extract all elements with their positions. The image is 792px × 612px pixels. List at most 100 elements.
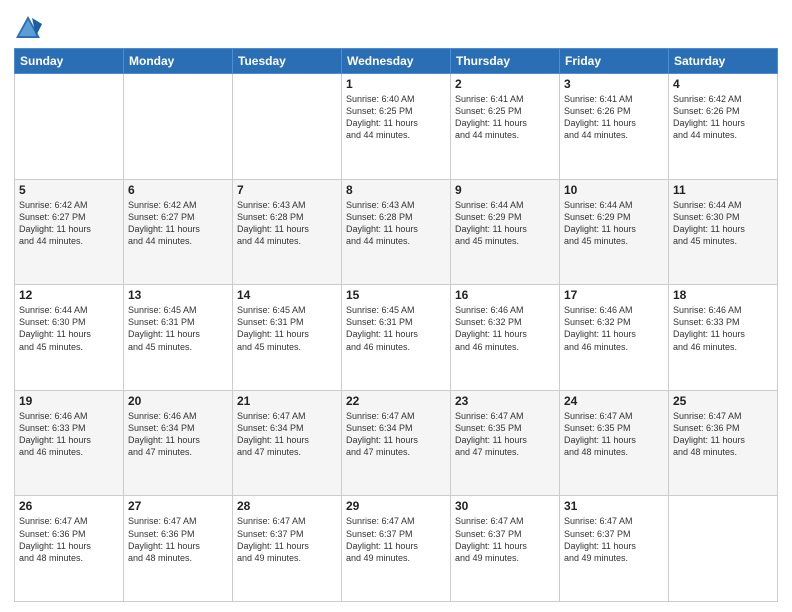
page: SundayMondayTuesdayWednesdayThursdayFrid… <box>0 0 792 612</box>
day-info: Sunrise: 6:47 AM Sunset: 6:36 PM Dayligh… <box>19 515 119 564</box>
week-row-3: 19 Sunrise: 6:46 AM Sunset: 6:33 PM Dayli… <box>15 390 778 496</box>
day-number: 13 <box>128 288 228 302</box>
calendar-cell: 21 Sunrise: 6:47 AM Sunset: 6:34 PM Dayli… <box>233 390 342 496</box>
logo-icon <box>14 14 42 42</box>
day-number: 21 <box>237 394 337 408</box>
day-number: 31 <box>564 499 664 513</box>
day-info: Sunrise: 6:44 AM Sunset: 6:29 PM Dayligh… <box>455 199 555 248</box>
day-info: Sunrise: 6:42 AM Sunset: 6:26 PM Dayligh… <box>673 93 773 142</box>
day-number: 15 <box>346 288 446 302</box>
day-number: 26 <box>19 499 119 513</box>
week-row-4: 26 Sunrise: 6:47 AM Sunset: 6:36 PM Dayli… <box>15 496 778 602</box>
day-number: 16 <box>455 288 555 302</box>
week-row-1: 5 Sunrise: 6:42 AM Sunset: 6:27 PM Daylig… <box>15 179 778 285</box>
calendar-cell <box>669 496 778 602</box>
day-info: Sunrise: 6:45 AM Sunset: 6:31 PM Dayligh… <box>128 304 228 353</box>
weekday-header-saturday: Saturday <box>669 49 778 74</box>
day-info: Sunrise: 6:44 AM Sunset: 6:29 PM Dayligh… <box>564 199 664 248</box>
day-info: Sunrise: 6:47 AM Sunset: 6:34 PM Dayligh… <box>237 410 337 459</box>
day-info: Sunrise: 6:46 AM Sunset: 6:33 PM Dayligh… <box>19 410 119 459</box>
calendar-cell: 3 Sunrise: 6:41 AM Sunset: 6:26 PM Daylig… <box>560 74 669 180</box>
day-number: 30 <box>455 499 555 513</box>
calendar-cell: 29Sunrise: 6:47 AM Sunset: 6:37 PM Dayli… <box>342 496 451 602</box>
day-number: 3 <box>564 77 664 91</box>
calendar-cell: 15 Sunrise: 6:45 AM Sunset: 6:31 PM Dayli… <box>342 285 451 391</box>
calendar-cell: 2 Sunrise: 6:41 AM Sunset: 6:25 PM Daylig… <box>451 74 560 180</box>
day-info: Sunrise: 6:42 AM Sunset: 6:27 PM Dayligh… <box>19 199 119 248</box>
day-number: 28 <box>237 499 337 513</box>
day-number: 23 <box>455 394 555 408</box>
day-info: Sunrise: 6:45 AM Sunset: 6:31 PM Dayligh… <box>346 304 446 353</box>
calendar-cell: 28 Sunrise: 6:47 AM Sunset: 6:37 PM Dayli… <box>233 496 342 602</box>
day-number: 7 <box>237 183 337 197</box>
day-info: Sunrise: 6:47 AM Sunset: 6:37 PM Dayligh… <box>455 515 555 564</box>
calendar-cell: 8 Sunrise: 6:43 AM Sunset: 6:28 PM Daylig… <box>342 179 451 285</box>
calendar-cell: 26 Sunrise: 6:47 AM Sunset: 6:36 PM Dayli… <box>15 496 124 602</box>
calendar-cell: 17 Sunrise: 6:46 AM Sunset: 6:32 PM Dayli… <box>560 285 669 391</box>
calendar-cell: 10 Sunrise: 6:44 AM Sunset: 6:29 PM Dayli… <box>560 179 669 285</box>
calendar-cell: 30 Sunrise: 6:47 AM Sunset: 6:37 PM Dayli… <box>451 496 560 602</box>
day-info: Sunrise: 6:46 AM Sunset: 6:32 PM Dayligh… <box>564 304 664 353</box>
day-info: Sunrise: 6:47 AM Sunset: 6:34 PM Dayligh… <box>346 410 446 459</box>
day-number: 2 <box>455 77 555 91</box>
calendar-cell: 9 Sunrise: 6:44 AM Sunset: 6:29 PM Daylig… <box>451 179 560 285</box>
day-number: 19 <box>19 394 119 408</box>
logo <box>14 14 46 42</box>
day-info: Sunrise: 6:42 AM Sunset: 6:27 PM Dayligh… <box>128 199 228 248</box>
day-number: 20 <box>128 394 228 408</box>
day-info: Sunrise: 6:46 AM Sunset: 6:32 PM Dayligh… <box>455 304 555 353</box>
day-number: 4 <box>673 77 773 91</box>
calendar-cell: 19 Sunrise: 6:46 AM Sunset: 6:33 PM Dayli… <box>15 390 124 496</box>
day-info: Sunrise: 6:46 AM Sunset: 6:33 PM Dayligh… <box>673 304 773 353</box>
calendar-cell: 14 Sunrise: 6:45 AM Sunset: 6:31 PM Dayli… <box>233 285 342 391</box>
calendar-cell: 12Sunrise: 6:44 AM Sunset: 6:30 PM Dayli… <box>15 285 124 391</box>
day-number: 10 <box>564 183 664 197</box>
calendar-cell: 27Sunrise: 6:47 AM Sunset: 6:36 PM Dayli… <box>124 496 233 602</box>
weekday-header-tuesday: Tuesday <box>233 49 342 74</box>
week-row-0: 1Sunrise: 6:40 AM Sunset: 6:25 PM Daylig… <box>15 74 778 180</box>
day-info: Sunrise: 6:47 AM Sunset: 6:37 PM Dayligh… <box>237 515 337 564</box>
day-number: 24 <box>564 394 664 408</box>
calendar-cell: 7 Sunrise: 6:43 AM Sunset: 6:28 PM Daylig… <box>233 179 342 285</box>
day-number: 9 <box>455 183 555 197</box>
day-info: Sunrise: 6:43 AM Sunset: 6:28 PM Dayligh… <box>346 199 446 248</box>
calendar-cell: 22Sunrise: 6:47 AM Sunset: 6:34 PM Dayli… <box>342 390 451 496</box>
day-info: Sunrise: 6:47 AM Sunset: 6:35 PM Dayligh… <box>455 410 555 459</box>
calendar-cell: 24 Sunrise: 6:47 AM Sunset: 6:35 PM Dayli… <box>560 390 669 496</box>
weekday-header-row: SundayMondayTuesdayWednesdayThursdayFrid… <box>15 49 778 74</box>
day-info: Sunrise: 6:47 AM Sunset: 6:37 PM Dayligh… <box>564 515 664 564</box>
calendar-cell: 4 Sunrise: 6:42 AM Sunset: 6:26 PM Daylig… <box>669 74 778 180</box>
calendar-cell: 23 Sunrise: 6:47 AM Sunset: 6:35 PM Dayli… <box>451 390 560 496</box>
day-info: Sunrise: 6:45 AM Sunset: 6:31 PM Dayligh… <box>237 304 337 353</box>
calendar-cell: 13 Sunrise: 6:45 AM Sunset: 6:31 PM Dayli… <box>124 285 233 391</box>
day-info: Sunrise: 6:47 AM Sunset: 6:37 PM Dayligh… <box>346 515 446 564</box>
day-number: 27 <box>128 499 228 513</box>
calendar-cell: 6 Sunrise: 6:42 AM Sunset: 6:27 PM Daylig… <box>124 179 233 285</box>
day-info: Sunrise: 6:46 AM Sunset: 6:34 PM Dayligh… <box>128 410 228 459</box>
day-info: Sunrise: 6:44 AM Sunset: 6:30 PM Dayligh… <box>673 199 773 248</box>
calendar-cell <box>233 74 342 180</box>
calendar-cell: 5 Sunrise: 6:42 AM Sunset: 6:27 PM Daylig… <box>15 179 124 285</box>
calendar-table: SundayMondayTuesdayWednesdayThursdayFrid… <box>14 48 778 602</box>
day-number: 5 <box>19 183 119 197</box>
day-info: Sunrise: 6:47 AM Sunset: 6:35 PM Dayligh… <box>564 410 664 459</box>
calendar-cell: 31 Sunrise: 6:47 AM Sunset: 6:37 PM Dayli… <box>560 496 669 602</box>
day-number: 25 <box>673 394 773 408</box>
day-info: Sunrise: 6:41 AM Sunset: 6:25 PM Dayligh… <box>455 93 555 142</box>
day-number: 14 <box>237 288 337 302</box>
weekday-header-monday: Monday <box>124 49 233 74</box>
day-number: 11 <box>673 183 773 197</box>
day-number: 1 <box>346 77 446 91</box>
calendar-cell <box>15 74 124 180</box>
day-info: Sunrise: 6:41 AM Sunset: 6:26 PM Dayligh… <box>564 93 664 142</box>
day-info: Sunrise: 6:44 AM Sunset: 6:30 PM Dayligh… <box>19 304 119 353</box>
day-info: Sunrise: 6:43 AM Sunset: 6:28 PM Dayligh… <box>237 199 337 248</box>
calendar-cell: 1Sunrise: 6:40 AM Sunset: 6:25 PM Daylig… <box>342 74 451 180</box>
day-info: Sunrise: 6:47 AM Sunset: 6:36 PM Dayligh… <box>673 410 773 459</box>
header <box>14 10 778 42</box>
day-number: 8 <box>346 183 446 197</box>
day-number: 17 <box>564 288 664 302</box>
day-number: 6 <box>128 183 228 197</box>
calendar-cell: 20 Sunrise: 6:46 AM Sunset: 6:34 PM Dayli… <box>124 390 233 496</box>
weekday-header-wednesday: Wednesday <box>342 49 451 74</box>
